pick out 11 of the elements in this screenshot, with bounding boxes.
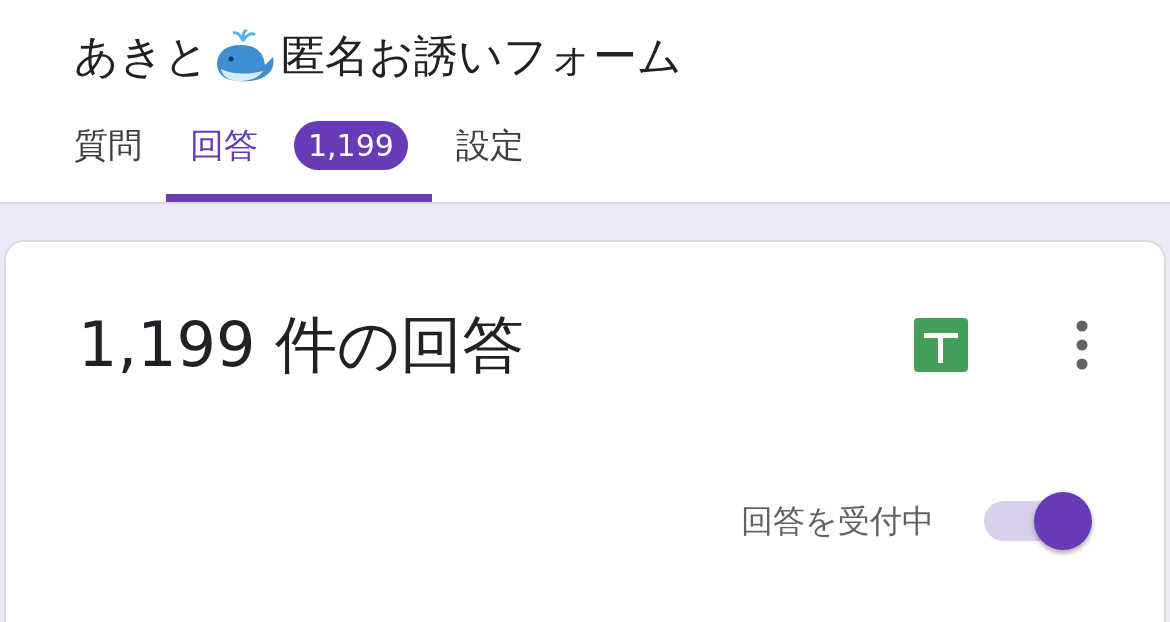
tab[interactable]: 設定 — [431, 96, 548, 202]
form-title: あきと — [74, 29, 209, 83]
more-options-icon[interactable] — [1076, 319, 1088, 370]
tab[interactable]: 質問 — [50, 96, 166, 202]
accepting-responses-label: 回答を受付中 — [741, 501, 934, 542]
spreadsheet-icon[interactable] — [914, 317, 968, 372]
form-title: 匿名お誘いフォーム — [281, 29, 682, 83]
responses-heading: 1,199 件の回答 — [78, 307, 526, 383]
count-badge: 1,199 — [294, 120, 408, 170]
tab[interactable]: 回答 1,199 — [166, 96, 432, 202]
accepting-toggle[interactable] — [982, 491, 1092, 551]
